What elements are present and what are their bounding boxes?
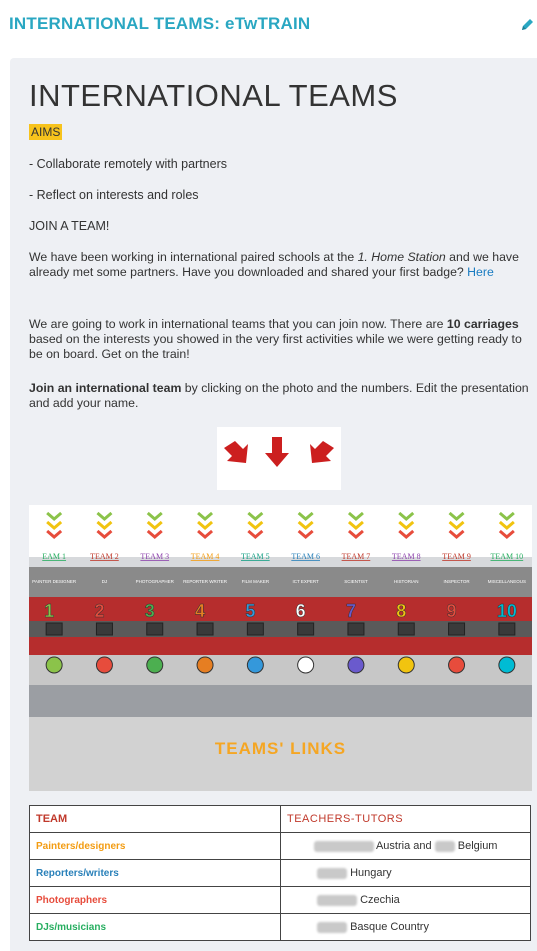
carriage-window (45, 622, 63, 636)
arrows-image (217, 427, 341, 490)
team-label[interactable]: EAM 1 (42, 552, 66, 561)
carriage-window (297, 622, 315, 636)
role-icon (397, 656, 415, 674)
carriage-window (146, 622, 164, 636)
aims-label: AIMS (29, 124, 63, 140)
tutor-cell: Austria and Belgium (280, 832, 531, 860)
team-label[interactable]: TEAM 7 (342, 552, 371, 561)
role-label: MISCELLANEOUS (488, 579, 526, 584)
aim-reflect: - Reflect on interests and roles (29, 188, 199, 202)
train-image[interactable]: EAM 1 PAINTER DESIGNER 1 TEAM 2 DJ 2 TEAM 3 PHO… (29, 505, 532, 717)
role-icon (448, 656, 466, 674)
role-icon (347, 656, 365, 674)
role-icon (498, 656, 516, 674)
carriage-number[interactable]: 2 (94, 601, 105, 622)
role-label: INSPECTOR (443, 579, 470, 584)
table-row: Photographers Czechia (29, 886, 531, 914)
carriage-number[interactable]: 5 (245, 601, 256, 622)
team-label[interactable]: TEAM 10 (491, 552, 524, 561)
down-arrows-icon (224, 437, 334, 467)
role-icon (246, 656, 264, 674)
pencil-icon[interactable] (519, 16, 535, 34)
intro-paragraph: We have been working in international pa… (29, 250, 519, 279)
team-label[interactable]: TEAM 4 (191, 552, 220, 561)
role-icon (196, 656, 214, 674)
header: INTERNATIONAL TEAMS: eTwTRAIN (0, 0, 537, 54)
tutor-cell: Czechia (280, 886, 531, 914)
role-label: DJ (102, 579, 108, 584)
role-icon (146, 656, 164, 674)
role-label: FILM MAKER (242, 579, 270, 584)
role-label: HISTORIAN (394, 579, 418, 584)
team-name[interactable]: Reporters/writers (29, 859, 281, 887)
team-name[interactable]: Photographers (29, 886, 281, 914)
tutor-cell: Basque Country (280, 913, 531, 941)
teams-links-banner[interactable]: TEAMS' LINKS (29, 717, 532, 791)
carriage-number[interactable]: 6 (295, 601, 306, 622)
page-title: INTERNATIONAL TEAMS (29, 78, 398, 113)
join-paragraph: Join an international team by clicking o… (29, 381, 529, 410)
carriage-window (448, 622, 466, 636)
team-label[interactable]: TEAM 8 (392, 552, 421, 561)
carriage-window (246, 622, 264, 636)
role-label: ICT EXPERT (292, 579, 319, 584)
role-icon (297, 656, 315, 674)
carriage-number[interactable]: 1 (44, 601, 55, 622)
team-name[interactable]: Painters/designers (29, 832, 281, 860)
team-label[interactable]: TEAM 5 (241, 552, 270, 561)
team-label[interactable]: TEAM 6 (291, 552, 320, 561)
home-station-emphasis: 1. Home Station (357, 250, 446, 264)
team-label[interactable]: TEAM 3 (140, 552, 169, 561)
team-label[interactable]: TEAM 2 (90, 552, 119, 561)
role-label: SCIENTIST (344, 579, 368, 584)
carriage-number[interactable]: 4 (195, 601, 206, 622)
table-row: Reporters/writers Hungary (29, 859, 531, 887)
carriage-window (347, 622, 365, 636)
team-label[interactable]: TEAM 9 (442, 552, 471, 561)
teams-links-label: TEAMS' LINKS (214, 739, 347, 758)
role-icon (95, 656, 113, 674)
carriage-window (95, 622, 113, 636)
table-row: Painters/designers Austria and Belgium (29, 832, 531, 860)
role-label: REPORTER WRITER (183, 579, 228, 584)
carriage-number[interactable]: 3 (145, 601, 156, 622)
carriage-window (498, 622, 516, 636)
train-illustration[interactable]: EAM 1 PAINTER DESIGNER 1 TEAM 2 DJ 2 TEAM 3 PHO… (29, 505, 532, 717)
table-header-row: TEAM TEACHERS-TUTORS (29, 805, 531, 833)
carriage-number[interactable]: 7 (346, 601, 357, 622)
rails (29, 685, 532, 717)
here-link[interactable]: Here (467, 265, 494, 279)
carriage-window (196, 622, 214, 636)
tutor-cell: Hungary (280, 859, 531, 887)
carriage-number[interactable]: 8 (396, 601, 407, 622)
table-row: DJs/musicians Basque Country (29, 913, 531, 941)
join-heading: JOIN A TEAM! (29, 219, 110, 233)
page-heading: INTERNATIONAL TEAMS: eTwTRAIN (9, 14, 311, 33)
carriage-window (397, 622, 415, 636)
teams-paragraph: We are going to work in international te… (29, 317, 522, 361)
aim-collaborate: - Collaborate remotely with partners (29, 157, 227, 171)
carriage-number[interactable]: 10 (497, 601, 518, 622)
role-icon (45, 656, 63, 674)
train-top-band (29, 505, 532, 557)
carriage-number[interactable]: 9 (446, 601, 457, 622)
team-name[interactable]: DJs/musicians (29, 913, 281, 941)
role-label: PHOTOGRAPHER (136, 579, 175, 584)
teams-table: TEAM TEACHERS-TUTORS Painters/designers … (29, 805, 531, 941)
role-label: PAINTER DESIGNER (32, 579, 77, 584)
header-team: TEAM (29, 805, 281, 833)
header-tutors: TEACHERS-TUTORS (280, 805, 531, 833)
